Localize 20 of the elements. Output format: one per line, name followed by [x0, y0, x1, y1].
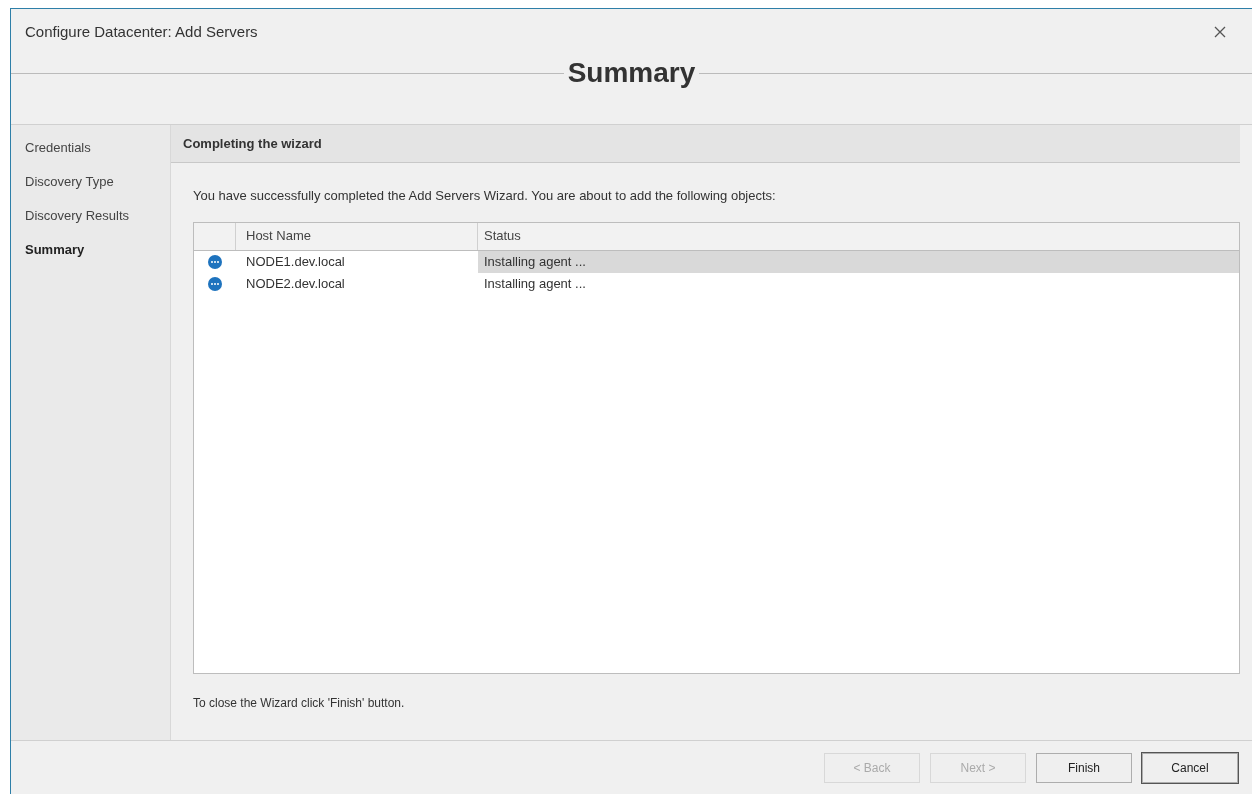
in-progress-icon: [208, 276, 222, 291]
footnote-text: To close the Wizard click 'Finish' button.: [193, 694, 406, 712]
panel-title: Completing the wizard: [183, 134, 322, 153]
table-cell: Installing agent ...: [478, 250, 1239, 273]
table-cell-text: NODE1.dev.local: [245, 252, 346, 271]
wizard-step[interactable]: Summary: [15, 242, 85, 257]
wizard-step[interactable]: Discovery Results: [15, 208, 130, 223]
column-header[interactable]: Host Name: [236, 222, 478, 250]
wizard-step[interactable]: Credentials: [15, 140, 91, 155]
table-cell-text: Installing agent ...: [483, 274, 587, 293]
page-heading: Summary: [566, 56, 697, 90]
wizard-button[interactable]: Cancel: [1142, 752, 1238, 783]
column-header[interactable]: Status: [478, 222, 1239, 250]
wizard-step[interactable]: Discovery Type: [15, 174, 114, 189]
close-icon: [1214, 26, 1226, 38]
intro-text: You have successfully completed the Add Servers Wizard. You are about to add the following objects:: [193, 187, 777, 205]
window-title: Configure Datacenter: Add Servers: [25, 21, 258, 42]
in-progress-icon: [208, 254, 222, 269]
table-cell-text: NODE2.dev.local: [245, 274, 346, 293]
wizard-button[interactable]: Finish: [1036, 752, 1132, 783]
